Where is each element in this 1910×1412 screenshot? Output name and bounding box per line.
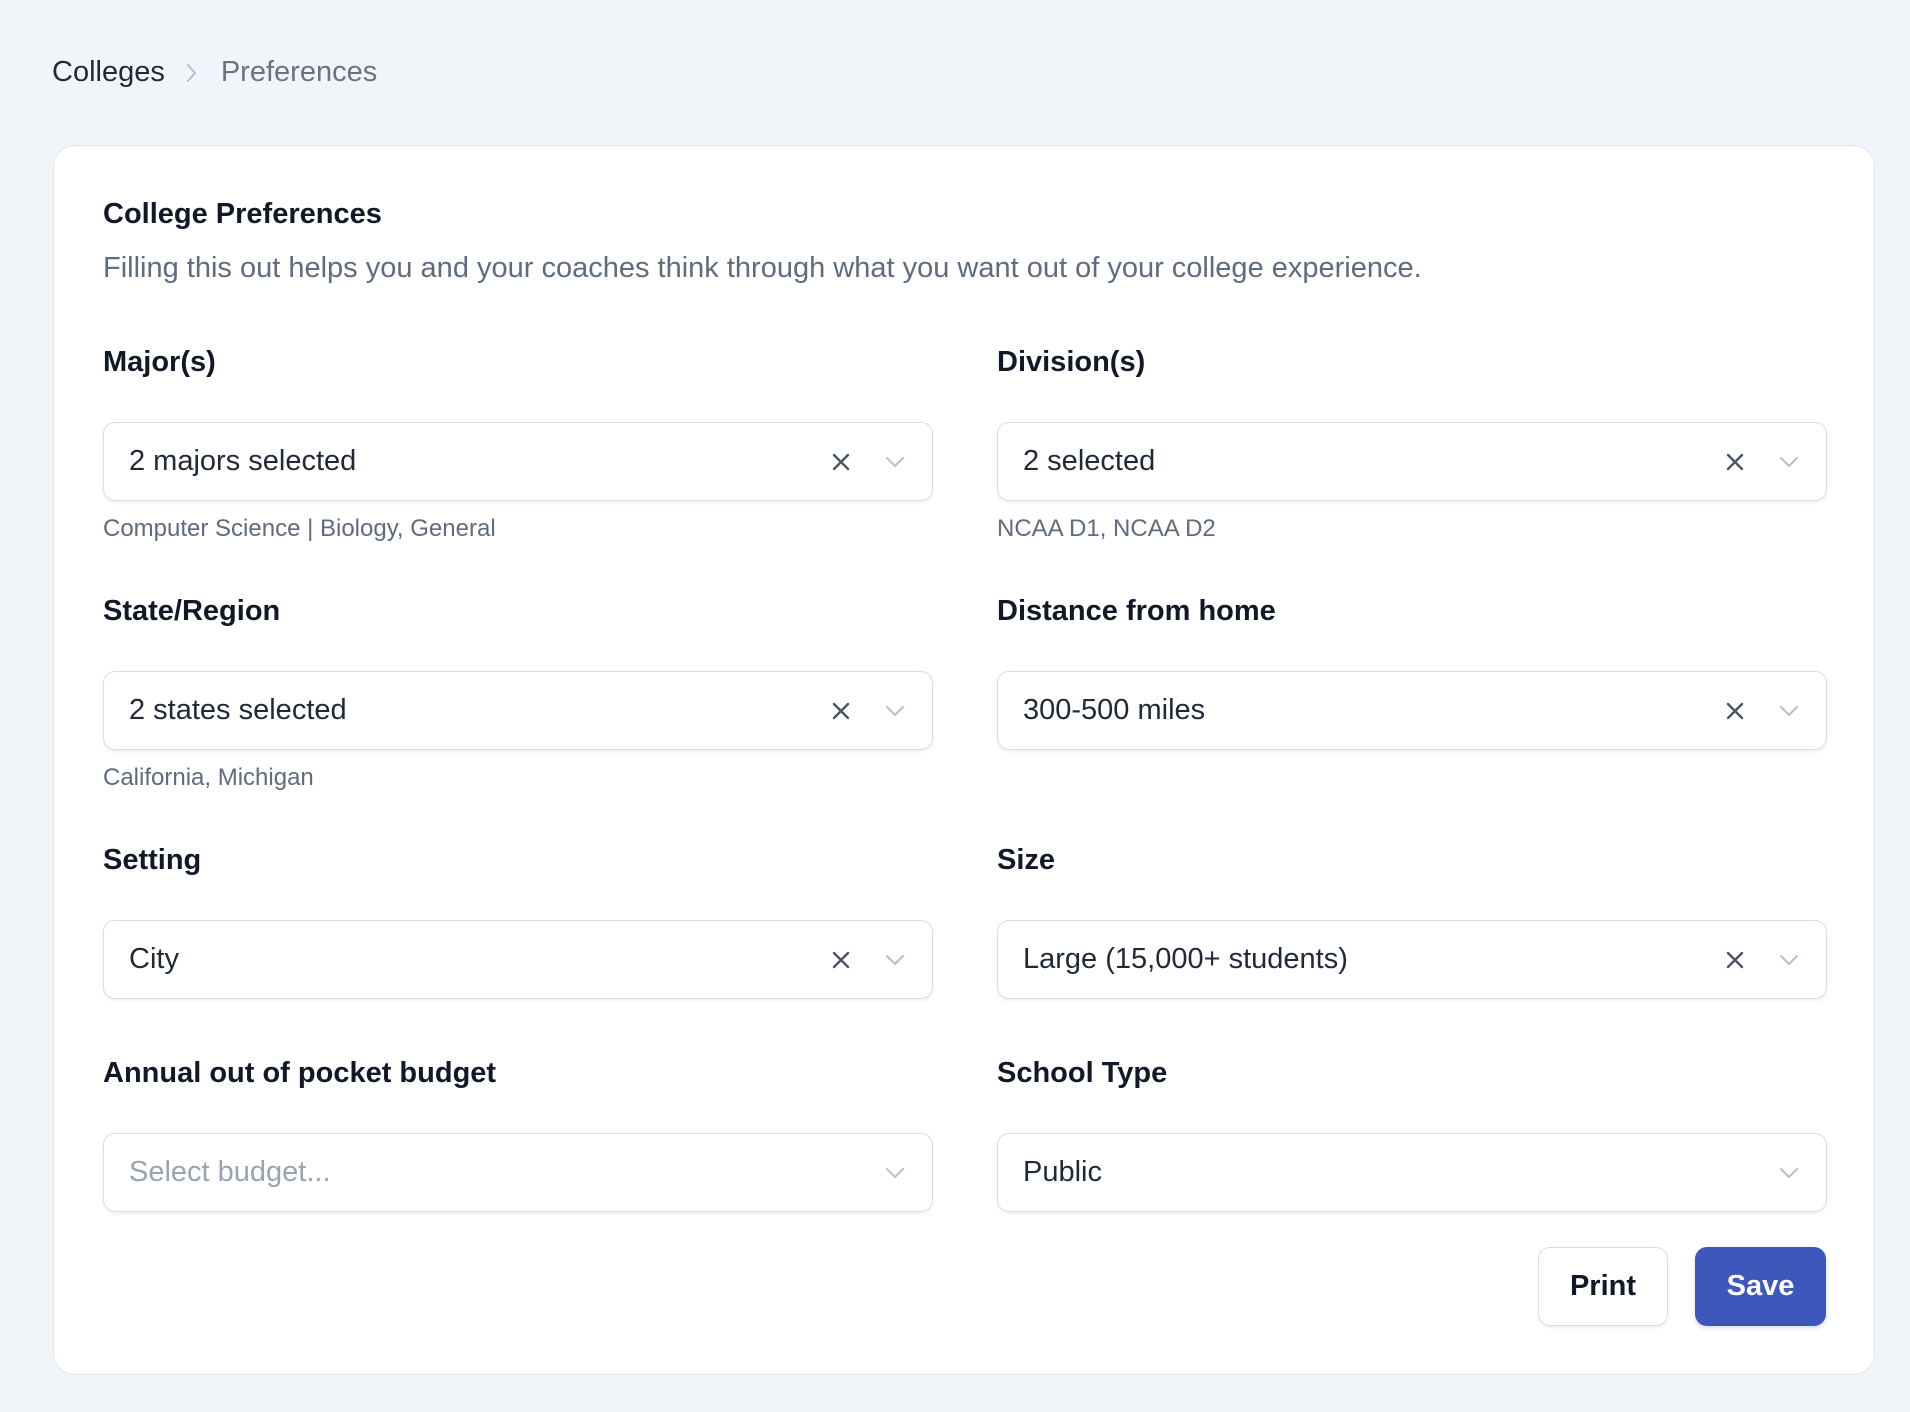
close-icon[interactable] [1724, 949, 1746, 971]
preferences-card: College Preferences Filling this out hel… [53, 145, 1875, 1375]
size-label: Size [997, 844, 1056, 876]
distance-select[interactable]: 300-500 miles [997, 671, 1827, 750]
distance-label: Distance from home [997, 595, 1276, 627]
state-region-field: State/Region 2 states selected Californi… [103, 593, 933, 792]
budget-placeholder: Select budget... [129, 1156, 331, 1188]
breadcrumb-colleges-link[interactable]: Colleges [52, 56, 165, 89]
setting-value: City [129, 943, 179, 975]
state-region-select[interactable]: 2 states selected [103, 671, 933, 750]
chevron-down-icon[interactable] [1777, 948, 1801, 972]
budget-select[interactable]: Select budget... [103, 1133, 933, 1212]
divisions-select[interactable]: 2 selected [997, 422, 1827, 501]
close-icon[interactable] [830, 451, 852, 473]
majors-select[interactable]: 2 majors selected [103, 422, 933, 501]
setting-select[interactable]: City [103, 920, 933, 999]
setting-field: Setting City [103, 842, 933, 999]
school-type-value: Public [1023, 1156, 1102, 1188]
size-value: Large (15,000+ students) [1023, 943, 1348, 975]
majors-label: Major(s) [103, 346, 216, 378]
chevron-down-icon[interactable] [1777, 699, 1801, 723]
chevron-down-icon[interactable] [1777, 1161, 1801, 1185]
school-type-label: School Type [997, 1057, 1168, 1089]
chevron-down-icon[interactable] [883, 948, 907, 972]
distance-value: 300-500 miles [1023, 694, 1206, 726]
card-title: College Preferences [103, 198, 382, 230]
divisions-hint: NCAA D1, NCAA D2 [997, 515, 1216, 542]
setting-label: Setting [103, 844, 202, 876]
close-icon[interactable] [1724, 700, 1746, 722]
breadcrumb: Colleges Preferences [52, 56, 377, 89]
size-select[interactable]: Large (15,000+ students) [997, 920, 1827, 999]
majors-field: Major(s) 2 majors selected Computer Scie… [103, 344, 933, 543]
close-icon[interactable] [830, 949, 852, 971]
chevron-down-icon[interactable] [883, 1161, 907, 1185]
breadcrumb-current: Preferences [220, 56, 378, 88]
chevron-right-icon [185, 62, 199, 84]
chevron-down-icon[interactable] [1777, 450, 1801, 474]
close-icon[interactable] [830, 700, 852, 722]
majors-hint: Computer Science | Biology, General [103, 515, 496, 542]
state-region-label: State/Region [103, 595, 281, 627]
budget-field: Annual out of pocket budget Select budge… [103, 1055, 933, 1212]
majors-value: 2 majors selected [129, 445, 357, 477]
close-icon[interactable] [1724, 451, 1746, 473]
state-region-value: 2 states selected [129, 694, 347, 726]
divisions-field: Division(s) 2 selected NCAA D1, NCAA D2 [997, 344, 1827, 543]
chevron-down-icon[interactable] [883, 450, 907, 474]
card-description: Filling this out helps you and your coac… [103, 252, 1422, 284]
distance-field: Distance from home 300-500 miles [997, 593, 1827, 750]
divisions-label: Division(s) [997, 346, 1146, 378]
size-field: Size Large (15,000+ students) [997, 842, 1827, 999]
state-region-hint: California, Michigan [103, 764, 314, 791]
divisions-value: 2 selected [1023, 445, 1156, 477]
school-type-field: School Type Public [997, 1055, 1827, 1212]
chevron-down-icon[interactable] [883, 699, 907, 723]
school-type-select[interactable]: Public [997, 1133, 1827, 1212]
print-button[interactable]: Print [1538, 1247, 1668, 1326]
budget-label: Annual out of pocket budget [103, 1057, 497, 1089]
save-button[interactable]: Save [1695, 1247, 1826, 1326]
